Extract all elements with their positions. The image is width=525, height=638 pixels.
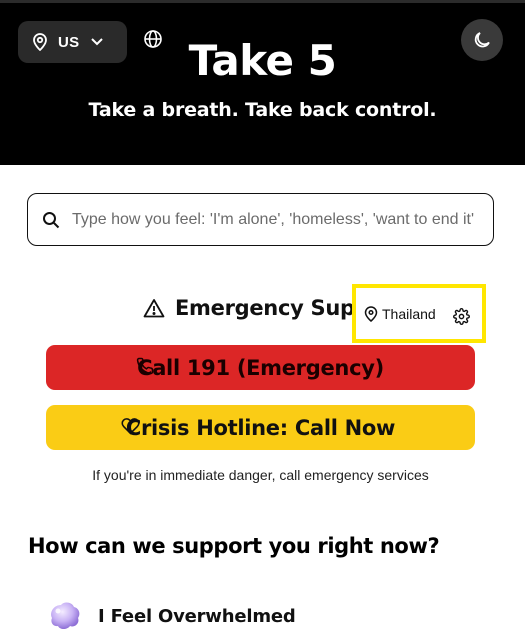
gear-icon [453,308,470,325]
support-option-label: I Feel Overwhelmed [98,605,296,627]
location-settings-button[interactable] [453,308,470,330]
support-heading: How can we support you right now? [28,534,440,558]
call-emergency-button[interactable]: Call 191 (Emergency) [46,345,475,390]
location-chip[interactable]: Thailand [352,284,486,343]
app-title: Take 5 [188,36,337,85]
heart-icon [121,418,140,435]
tagline: Take a breath. Take back control. [88,99,437,121]
danger-note: If you're in immediate danger, call emer… [92,467,429,483]
theme-toggle-button[interactable] [461,19,503,61]
crisis-hotline-label: Crisis Hotline: Call Now [125,415,396,440]
support-option-overwhelmed[interactable]: I Feel Overwhelmed [44,598,296,634]
search-icon [43,211,60,228]
call-emergency-label: Call 191 (Emergency) [137,355,384,380]
moon-icon [474,32,490,48]
location-label: Thailand [382,305,436,322]
location-shield-icon [364,305,378,322]
warning-icon [143,299,165,318]
header-top-border [0,0,525,3]
crisis-hotline-button[interactable]: Crisis Hotline: Call Now [46,405,475,450]
purple-blob-icon [51,602,80,629]
feelings-search-bar [27,193,494,246]
app-header: US Take 5 Take a breath. Take back contr… [0,0,525,165]
search-input[interactable] [72,210,492,229]
phone-icon [136,357,154,375]
